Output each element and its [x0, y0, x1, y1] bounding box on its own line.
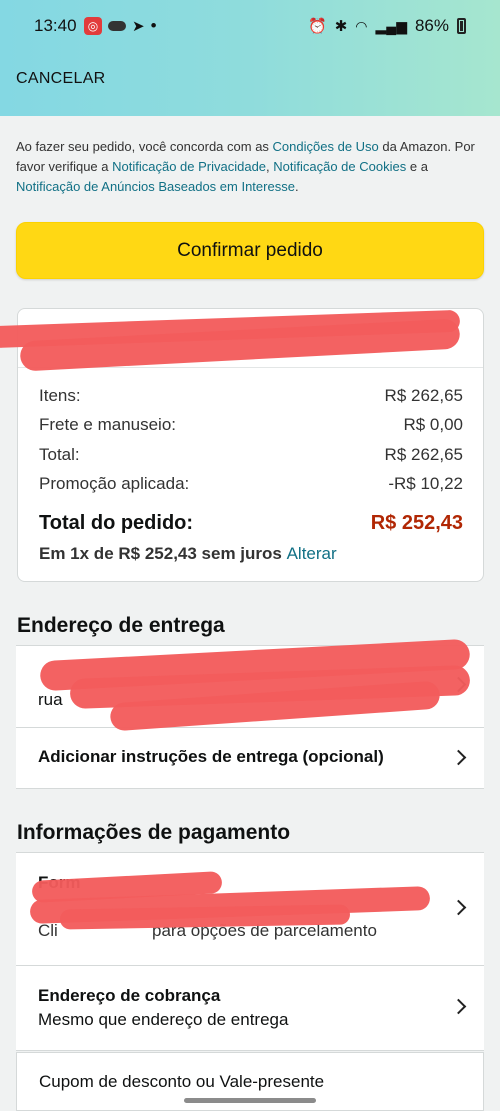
confirm-order-button[interactable]: Confirmar pedido: [16, 222, 484, 279]
battery-icon: [457, 18, 466, 34]
battery-percent: 86%: [414, 16, 449, 35]
notification-icons: ◎ ➤ •: [84, 16, 157, 36]
legal-notice: Ao fazer seu pedido, você concorda com a…: [16, 137, 488, 197]
billing-address-title: Endereço de cobrança: [38, 986, 221, 1005]
shipping-section-title: Endereço de entrega: [17, 614, 225, 637]
installment-info: Em 1x de R$ 252,43 sem juros Alterar: [39, 544, 337, 564]
app-header: 13:40 ◎ ➤ • ⏰ ✱ ◠ ▂▄▆ 86% CANCELAR: [0, 0, 500, 116]
billing-address-value: Mesmo que endereço de entrega: [38, 1010, 289, 1029]
delivery-instructions-label: Adicionar instruções de entrega (opciona…: [38, 747, 384, 766]
payment-section-title: Informações de pagamento: [17, 821, 291, 844]
summary-row-total: Total: R$ 262,65: [39, 445, 463, 465]
wifi-icon: ◠: [355, 17, 368, 34]
installment-text: Em 1x de R$ 252,43 sem juros: [39, 544, 287, 563]
summary-value: R$ 262,65: [384, 386, 463, 405]
status-bar: 13:40 ◎ ➤ • ⏰ ✱ ◠ ▂▄▆ 86%: [0, 14, 500, 38]
cookies-notice-link[interactable]: Notificação de Cookies: [273, 159, 406, 174]
order-total-label: Total do pedido:: [39, 512, 194, 534]
legal-text: e a: [406, 159, 428, 174]
cloud-icon: [108, 21, 126, 31]
order-total-row: Total do pedido: R$ 252,43: [39, 512, 463, 535]
alarm-icon: ⏰: [308, 18, 327, 35]
change-installments-link[interactable]: Alterar: [287, 544, 337, 563]
summary-row-items: Itens: R$ 262,65: [39, 386, 463, 406]
telegram-icon: ➤: [132, 18, 145, 35]
installment-hint-start: Cli: [38, 921, 58, 940]
shipping-address-text: rua: [38, 690, 63, 709]
summary-label: Itens:: [39, 386, 81, 405]
gesture-nav-bar[interactable]: [184, 1098, 316, 1103]
summary-value: R$ 262,65: [384, 445, 463, 464]
bluetooth-icon: ✱: [334, 18, 348, 35]
summary-value: R$ 0,00: [403, 415, 463, 434]
legal-text: .: [294, 179, 299, 194]
summary-label: Total:: [39, 445, 80, 464]
chevron-right-icon: [450, 998, 467, 1015]
summary-label: Promoção aplicada:: [39, 474, 190, 493]
legal-text: Ao fazer seu pedido, você concorda com a…: [16, 139, 273, 154]
system-icons: ⏰ ✱ ◠ ▂▄▆ 86%: [308, 16, 466, 36]
app-notification-icon: ◎: [84, 17, 102, 35]
delivery-instructions-row[interactable]: Adicionar instruções de entrega (opciona…: [16, 728, 484, 789]
summary-row-shipping: Frete e manuseio: R$ 0,00: [39, 415, 463, 435]
billing-address-row[interactable]: Endereço de cobrança Mesmo que endereço …: [16, 966, 484, 1051]
more-notifications-dot: •: [150, 16, 157, 35]
chevron-right-icon: [450, 749, 467, 766]
summary-row-promotion: Promoção aplicada: -R$ 10,22: [39, 474, 463, 494]
privacy-notice-link[interactable]: Notificação de Privacidade: [112, 159, 266, 174]
terms-of-use-link[interactable]: Condições de Uso: [273, 139, 379, 154]
summary-value: -R$ 10,22: [388, 474, 463, 493]
interest-ads-notice-link[interactable]: Notificação de Anúncios Baseados em Inte…: [16, 179, 295, 194]
chevron-right-icon: [450, 899, 467, 916]
order-total-value: R$ 252,43: [370, 512, 463, 534]
cancel-button[interactable]: CANCELAR: [16, 70, 106, 88]
summary-label: Frete e manuseio:: [39, 415, 177, 434]
signal-icon: ▂▄▆: [375, 17, 407, 34]
status-time: 13:40: [34, 16, 77, 35]
coupon-label: Cupom de desconto ou Vale-presente: [39, 1072, 325, 1091]
